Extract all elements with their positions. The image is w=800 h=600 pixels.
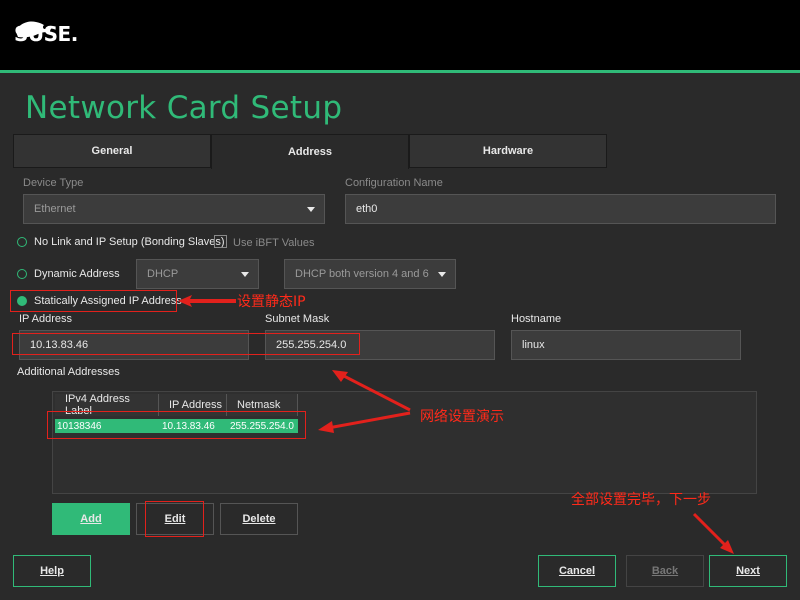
annotation-highlight-row [47,411,306,439]
hostname-label: Hostname [511,313,562,325]
chevron-down-icon [438,272,446,277]
chevron-down-icon [307,207,315,212]
configuration-name-input[interactable]: eth0 [345,194,776,224]
device-type-select[interactable]: Ethernet [23,194,325,224]
annotation-arrows-network [318,370,411,433]
no-link-radio[interactable] [17,237,27,247]
delete-button[interactable]: Delete [220,503,298,535]
annotation-highlight-address [12,333,360,355]
top-bar-accent-line [0,70,800,73]
ibft-label: Use iBFT Values [233,237,315,249]
annotation-arrow-static [178,295,236,307]
help-button[interactable]: Help [13,555,91,587]
tab-hardware[interactable]: Hardware [409,134,607,168]
device-type-label: Device Type [23,177,84,189]
cancel-button[interactable]: Cancel [538,555,616,587]
additional-addresses-title: Additional Addresses [17,366,120,378]
subnet-mask-label: Subnet Mask [265,313,330,325]
dynamic-mode-select[interactable]: DHCP [136,259,259,289]
dynamic-address-radio[interactable] [17,269,27,279]
dynamic-address-label: Dynamic Address [34,268,120,280]
annotation-arrow-next [692,512,734,554]
annotation-highlight-static [10,290,177,312]
device-type-value: Ethernet [34,203,76,215]
annotation-all-done: 全部设置完毕，下一步 [571,492,711,508]
hostname-input[interactable]: linux [511,330,741,360]
next-button[interactable]: Next [709,555,787,587]
dynamic-mode-value: DHCP [147,268,179,280]
annotation-static-ip: 设置静态IP [237,294,306,310]
ibft-checkbox[interactable] [214,235,227,248]
add-button[interactable]: Add [52,503,130,535]
dhcp-version-value: DHCP both version 4 and 6 [295,268,429,280]
hostname-value: linux [522,339,545,351]
chevron-down-icon [241,272,249,277]
configuration-name-label: Configuration Name [345,177,443,189]
tab-address[interactable]: Address [211,134,409,169]
ip-address-label: IP Address [19,313,72,325]
tab-general[interactable]: General [13,134,211,168]
top-bar [0,0,800,70]
page-title: Network Card Setup [25,90,343,126]
back-button[interactable]: Back [626,555,704,587]
annotation-highlight-edit [145,501,204,537]
dhcp-version-select[interactable]: DHCP both version 4 and 6 [284,259,456,289]
suse-logo-text: SUSE. [14,22,78,46]
annotation-network-demo: 网络设置演示 [420,409,504,425]
no-link-label: No Link and IP Setup (Bonding Slaves) [34,236,225,248]
configuration-name-value: eth0 [356,203,378,215]
